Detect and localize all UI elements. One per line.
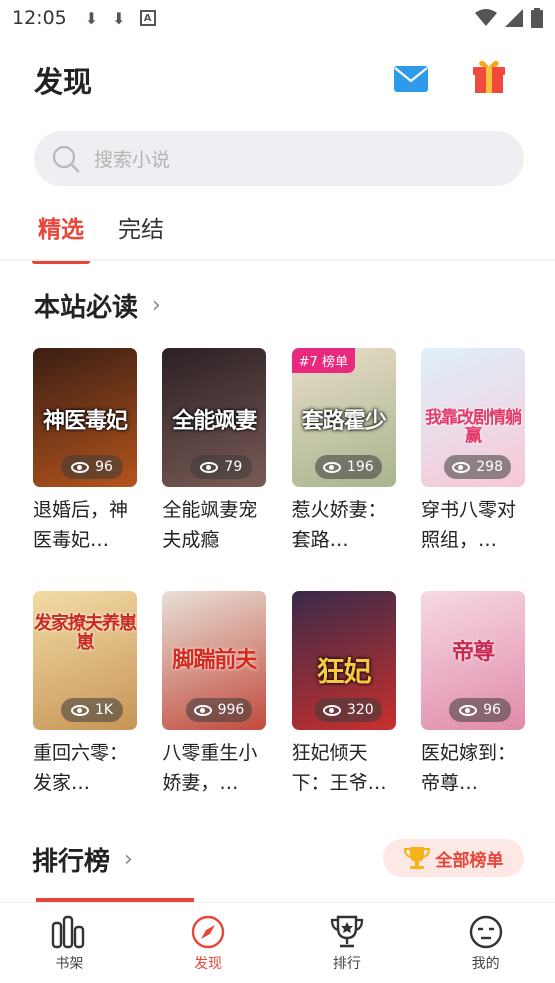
- eye-icon: [452, 461, 471, 473]
- section-title: 本站必读: [34, 293, 139, 323]
- book-cover: 全能飒妻 79: [162, 348, 267, 487]
- cover-title: 全能飒妻: [172, 409, 257, 434]
- book-title: 狂妃倾天下：王爷…: [291, 742, 387, 794]
- status-bar: 12:05 ⬇ ⬇ A: [0, 0, 555, 36]
- trophy-icon: [330, 915, 363, 948]
- nav-bookshelf[interactable]: 书架: [0, 903, 139, 983]
- battery-icon: [531, 8, 543, 28]
- book-cover: 我靠改剧情躺赢 298: [420, 348, 525, 487]
- section-must-read-header[interactable]: 本站必读 ›: [34, 287, 161, 324]
- gift-icon[interactable]: [472, 58, 506, 94]
- eye-icon: [193, 704, 212, 716]
- notification-a-icon: A: [139, 10, 156, 26]
- book-card[interactable]: 套路霍少 #7 榜单 196 惹火娇妻：套路…: [291, 348, 396, 555]
- book-card[interactable]: 全能飒妻 79 全能飒妻宠夫成瘾: [162, 348, 267, 555]
- book-cover: 脚踹前夫 996: [162, 591, 267, 730]
- view-count: 298: [444, 455, 511, 479]
- signal-icon: [505, 9, 523, 27]
- download-icon: ⬇: [84, 8, 99, 28]
- wifi-icon: [475, 9, 497, 26]
- book-cover: 狂妃 320: [291, 591, 396, 730]
- face-icon: [469, 915, 502, 949]
- eye-icon: [71, 461, 90, 473]
- chevron-right-icon: ›: [152, 293, 161, 318]
- book-card[interactable]: 帝尊 96 医妃嫁到：帝尊…: [420, 591, 525, 798]
- book-title: 退婚后，神医毒妃…: [33, 499, 129, 551]
- nav-label: 排行: [332, 956, 361, 972]
- view-count: 996: [185, 698, 253, 722]
- tab-label: 精选: [38, 217, 84, 243]
- search-placeholder: 搜索小说: [94, 149, 171, 171]
- view-count: 96: [61, 455, 123, 479]
- tab-label: 完结: [118, 217, 164, 243]
- eye-icon: [322, 461, 341, 473]
- book-title: 惹火娇妻：套路…: [291, 499, 387, 551]
- nav-profile[interactable]: 我的: [416, 903, 555, 983]
- book-cover: 发家撩夫养崽崽 1K: [33, 591, 137, 730]
- tab-bar: 精选 完结: [32, 210, 164, 264]
- all-rankings-button[interactable]: 全部榜单: [383, 839, 524, 877]
- nav-label: 书架: [55, 956, 84, 972]
- book-title: 穿书八零对照组，…: [420, 499, 516, 551]
- nav-label: 发现: [194, 956, 223, 972]
- trophy-icon: [403, 847, 430, 869]
- rank-badge: #7 榜单: [291, 348, 355, 373]
- nav-ranking[interactable]: 排行: [278, 903, 417, 983]
- eye-icon: [322, 704, 341, 716]
- section-ranking-header[interactable]: 排行榜 ›: [32, 841, 133, 878]
- view-count: 79: [190, 455, 253, 479]
- view-count: 196: [314, 455, 382, 479]
- search-icon: [52, 145, 80, 172]
- book-card[interactable]: 脚踹前夫 996 八零重生小娇妻，…: [162, 591, 267, 798]
- bookshelf-icon: [52, 915, 85, 949]
- book-cover: 帝尊 96: [420, 591, 525, 730]
- cover-title: 帝尊: [451, 640, 495, 665]
- cover-title: 狂妃: [316, 655, 372, 688]
- tab-featured[interactable]: 精选: [32, 210, 90, 264]
- all-rankings-label: 全部榜单: [435, 850, 504, 871]
- nav-label: 我的: [471, 956, 500, 972]
- view-count: 96: [448, 698, 511, 722]
- book-cover: 神医毒妃 96: [33, 348, 137, 487]
- eye-icon: [70, 704, 89, 716]
- cover-title: 我靠改剧情躺赢: [424, 408, 522, 446]
- cover-title: 套路霍少: [301, 409, 387, 434]
- eye-icon: [459, 704, 478, 716]
- view-count: 1K: [61, 698, 123, 722]
- book-card[interactable]: 我靠改剧情躺赢 298 穿书八零对照组，…: [420, 348, 525, 555]
- book-title: 重回六零：发家…: [33, 742, 129, 794]
- book-title: 八零重生小娇妻，…: [162, 742, 258, 794]
- search-bar[interactable]: 搜索小说: [34, 131, 524, 186]
- book-grid: 神医毒妃 96 退婚后，神医毒妃… 全能飒妻 79 全能飒妻宠夫成瘾 套路霍少 …: [33, 348, 525, 844]
- page-title: 发现: [34, 65, 93, 99]
- cover-title: 发家撩夫养崽崽: [34, 613, 137, 653]
- status-time: 12:05: [12, 7, 67, 29]
- nav-discover[interactable]: 发现: [139, 903, 278, 983]
- book-card[interactable]: 发家撩夫养崽崽 1K 重回六零：发家…: [33, 591, 137, 798]
- download-icon: ⬇: [112, 8, 126, 28]
- divider: [0, 259, 555, 261]
- book-card[interactable]: 狂妃 320 狂妃倾天下：王爷…: [291, 591, 396, 798]
- book-cover: 套路霍少 #7 榜单 196: [291, 348, 396, 487]
- view-count: 320: [314, 698, 382, 722]
- tab-completed[interactable]: 完结: [118, 210, 164, 244]
- compass-icon: [191, 915, 225, 949]
- cover-title: 神医毒妃: [42, 409, 128, 434]
- bottom-nav: 书架 发现 排行 我的: [0, 902, 555, 983]
- section-title: 排行榜: [32, 847, 111, 877]
- eye-icon: [200, 461, 219, 473]
- book-title: 医妃嫁到：帝尊…: [420, 742, 516, 794]
- cover-title: 脚踹前夫: [172, 648, 257, 673]
- book-card[interactable]: 神医毒妃 96 退婚后，神医毒妃…: [33, 348, 137, 555]
- chevron-right-icon: ›: [124, 847, 133, 872]
- header: 发现: [34, 56, 525, 104]
- book-title: 全能飒妻宠夫成瘾: [162, 499, 258, 551]
- mail-icon[interactable]: [394, 66, 428, 92]
